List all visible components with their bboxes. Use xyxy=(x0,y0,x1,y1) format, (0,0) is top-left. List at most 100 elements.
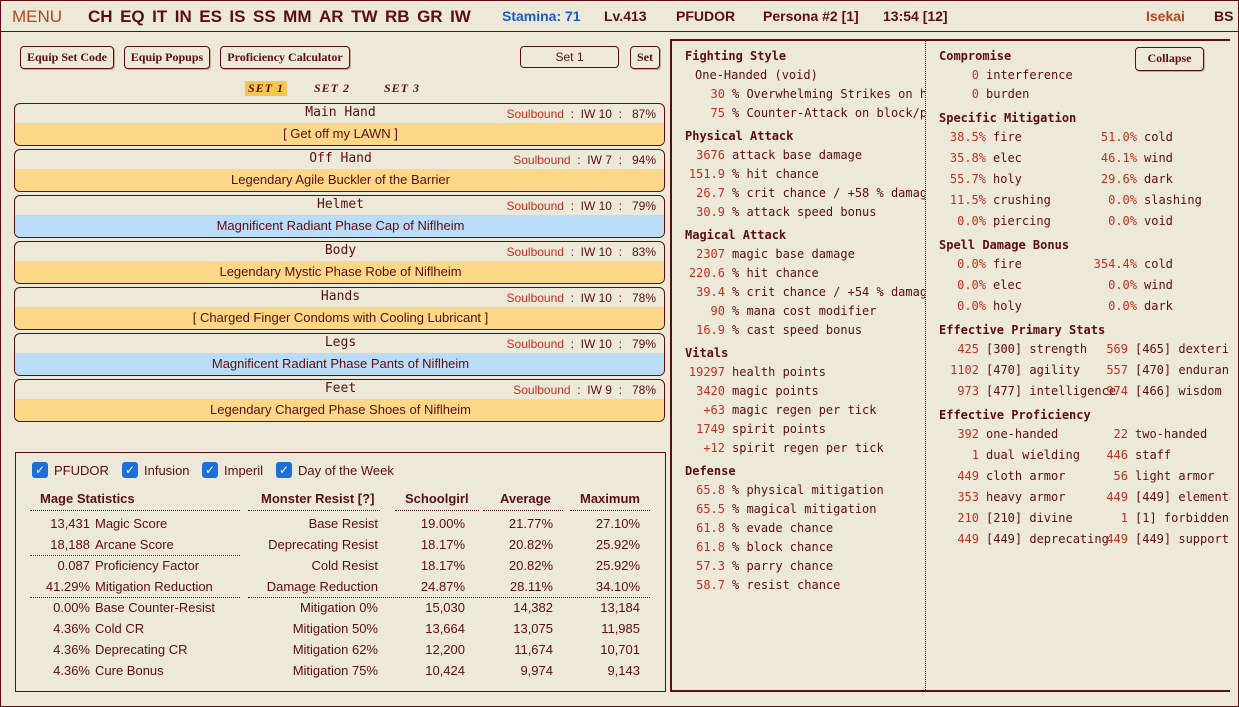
stat-value: 446 xyxy=(1106,448,1128,462)
header-divider xyxy=(30,510,240,511)
stat-value: 353 xyxy=(957,490,979,504)
monster-row-label: Cold Resist xyxy=(311,558,378,573)
stat-value: 22 xyxy=(1113,427,1128,441)
slot-info: Soulbound : IW 10 : 87% xyxy=(506,107,656,121)
nav-gr[interactable]: GR xyxy=(417,7,443,26)
slot-hands[interactable]: Hands Soulbound : IW 10 : 78%[ Charged Fi… xyxy=(14,287,665,330)
set-tab-2[interactable]: SET 2 xyxy=(314,81,350,96)
checkmark-icon[interactable]: ✓ xyxy=(202,462,218,478)
stat-label: % Counter-Attack on block/parry xyxy=(732,106,925,120)
slot-off-hand[interactable]: Off Hand Soulbound : IW 7 : 94% Legendary … xyxy=(14,149,665,192)
average-value: 20.82% xyxy=(508,558,553,573)
mage-stat-value: 13,431 xyxy=(50,516,90,531)
set-tab-3[interactable]: SET 3 xyxy=(384,81,420,96)
stat-label: piercing xyxy=(993,214,1051,228)
stat-label: [449] deprecating xyxy=(986,532,1109,546)
mage-stat-label: Arcane Score xyxy=(95,537,174,552)
nav-eq[interactable]: EQ xyxy=(120,7,145,26)
slot-main-hand[interactable]: Main Hand Soulbound : IW 10 : 87%[ Get of… xyxy=(14,103,665,146)
nav-iw[interactable]: IW xyxy=(450,7,471,26)
set-name-input[interactable]: Set 1 xyxy=(520,46,619,68)
menu-button[interactable]: MENU xyxy=(12,7,62,27)
equipped-item[interactable]: Legendary Mystic Phase Robe of Niflheim xyxy=(15,261,664,283)
equipped-item[interactable]: [ Get off my LAWN ] xyxy=(15,123,664,145)
equipped-item[interactable]: Legendary Agile Buckler of the Barrier xyxy=(15,169,664,191)
monster-resist-header[interactable]: Monster Resist [?] xyxy=(261,491,374,506)
slot-legs[interactable]: Legs Soulbound : IW 10 : 79% Magnificent R… xyxy=(14,333,665,376)
stat-value: 151.9 xyxy=(688,167,725,181)
nav-it[interactable]: IT xyxy=(152,7,167,26)
equipped-item[interactable]: Magnificent Radiant Phase Cap of Niflhei… xyxy=(15,215,664,237)
mage-stat-value: 0.087 xyxy=(57,558,90,573)
slot-feet[interactable]: Feet Soulbound : IW 9 : 78% Legendary Char… xyxy=(14,379,665,422)
stat-label: slashing xyxy=(1144,193,1202,207)
stat-value: 210 xyxy=(957,511,979,525)
stat-label: interference xyxy=(986,68,1073,82)
checkbox-pfudor[interactable]: ✓ PFUDOR xyxy=(32,462,109,478)
slot-body[interactable]: Body Soulbound : IW 10 : 83% Legendary Mys… xyxy=(14,241,665,284)
isekai-link[interactable]: Isekai xyxy=(1146,8,1185,24)
stat-label: % attack speed bonus xyxy=(732,205,877,219)
stat-label: [1] forbidden xyxy=(1135,511,1229,525)
nav-ss[interactable]: SS xyxy=(253,7,276,26)
nav-in[interactable]: IN xyxy=(175,7,192,26)
stat-label: one-handed xyxy=(986,427,1059,441)
bs-link[interactable]: BS xyxy=(1214,8,1233,24)
soulbound-label: Soulbound xyxy=(506,245,564,259)
iw-level: IW 10 xyxy=(580,291,612,305)
slot-helmet[interactable]: Helmet Soulbound : IW 10 : 79% Magnificent… xyxy=(14,195,665,238)
proficiency-calculator-button[interactable]: Proficiency Calculator xyxy=(220,46,350,69)
checkbox-infusion[interactable]: ✓ Infusion xyxy=(122,462,190,478)
section-title: Defense xyxy=(685,464,736,478)
header-divider xyxy=(248,510,380,511)
equipped-item[interactable]: Magnificent Radiant Phase Pants of Niflh… xyxy=(15,353,664,375)
equip-set-code-button[interactable]: Equip Set Code xyxy=(20,46,114,69)
maximum-value: 27.10% xyxy=(595,516,640,531)
stat-value: 0.0% xyxy=(1108,193,1137,207)
equipped-item[interactable]: [ Charged Finger Condoms with Cooling Lu… xyxy=(15,307,664,329)
stat-label: % mana cost modifier xyxy=(732,304,877,318)
nav-ar[interactable]: AR xyxy=(319,7,344,26)
character-name: PFUDOR xyxy=(676,8,736,24)
stat-value: 220.6 xyxy=(688,266,725,280)
mage-stat-value: 4.36% xyxy=(53,663,90,678)
monster-row-label: Mitigation 62% xyxy=(292,642,378,657)
fighting-style-value: One-Handed (void) xyxy=(695,68,818,82)
stat-label: % physical mitigation xyxy=(732,483,884,497)
collapse-button[interactable]: Collapse xyxy=(1135,47,1204,71)
checkbox-day-of-the-week[interactable]: ✓ Day of the Week xyxy=(276,462,394,478)
checkbox-imperil[interactable]: ✓ Imperil xyxy=(202,462,263,478)
nav-rb[interactable]: RB xyxy=(385,7,410,26)
stat-label: % crit chance / +58 % damage xyxy=(732,186,925,200)
iw-level: IW 7 xyxy=(587,153,612,167)
nav-tw[interactable]: TW xyxy=(351,7,377,26)
monster-row-label: Mitigation 0% xyxy=(299,600,378,615)
checkmark-icon[interactable]: ✓ xyxy=(276,462,292,478)
nav-mm[interactable]: MM xyxy=(283,7,311,26)
stat-label: burden xyxy=(986,87,1030,101)
checkmark-icon[interactable]: ✓ xyxy=(32,462,48,478)
average-value: 21.77% xyxy=(508,516,553,531)
average-header: Average xyxy=(500,491,551,506)
equipped-item[interactable]: Legendary Charged Phase Shoes of Niflhei… xyxy=(15,399,664,421)
stat-label: % block chance xyxy=(732,540,834,554)
stat-label: [465] dexterity xyxy=(1135,342,1230,356)
stat-value: 0.0% xyxy=(1108,299,1137,313)
stat-value: 0.0% xyxy=(957,278,986,292)
nav-is[interactable]: IS xyxy=(229,7,245,26)
stat-label: % evade chance xyxy=(732,521,834,535)
stat-value: 1749 xyxy=(696,422,725,436)
set-button[interactable]: Set xyxy=(630,46,660,69)
stat-label: % Overwhelming Strikes on hit xyxy=(732,87,925,101)
condition-pct: 79% xyxy=(631,337,656,351)
set-tab-1[interactable]: SET 1 xyxy=(245,81,288,96)
maximum-value: 25.92% xyxy=(595,537,640,552)
nav-es[interactable]: ES xyxy=(199,7,222,26)
equip-popups-button[interactable]: Equip Popups xyxy=(124,46,210,69)
slot-info: Soulbound : IW 10 : 78% xyxy=(506,291,656,305)
persona-display[interactable]: Persona #2 [1] xyxy=(763,8,859,24)
mage-stat-value: 4.36% xyxy=(53,621,90,636)
stat-label: wind xyxy=(1144,278,1173,292)
checkmark-icon[interactable]: ✓ xyxy=(122,462,138,478)
nav-ch[interactable]: CH xyxy=(88,7,113,26)
